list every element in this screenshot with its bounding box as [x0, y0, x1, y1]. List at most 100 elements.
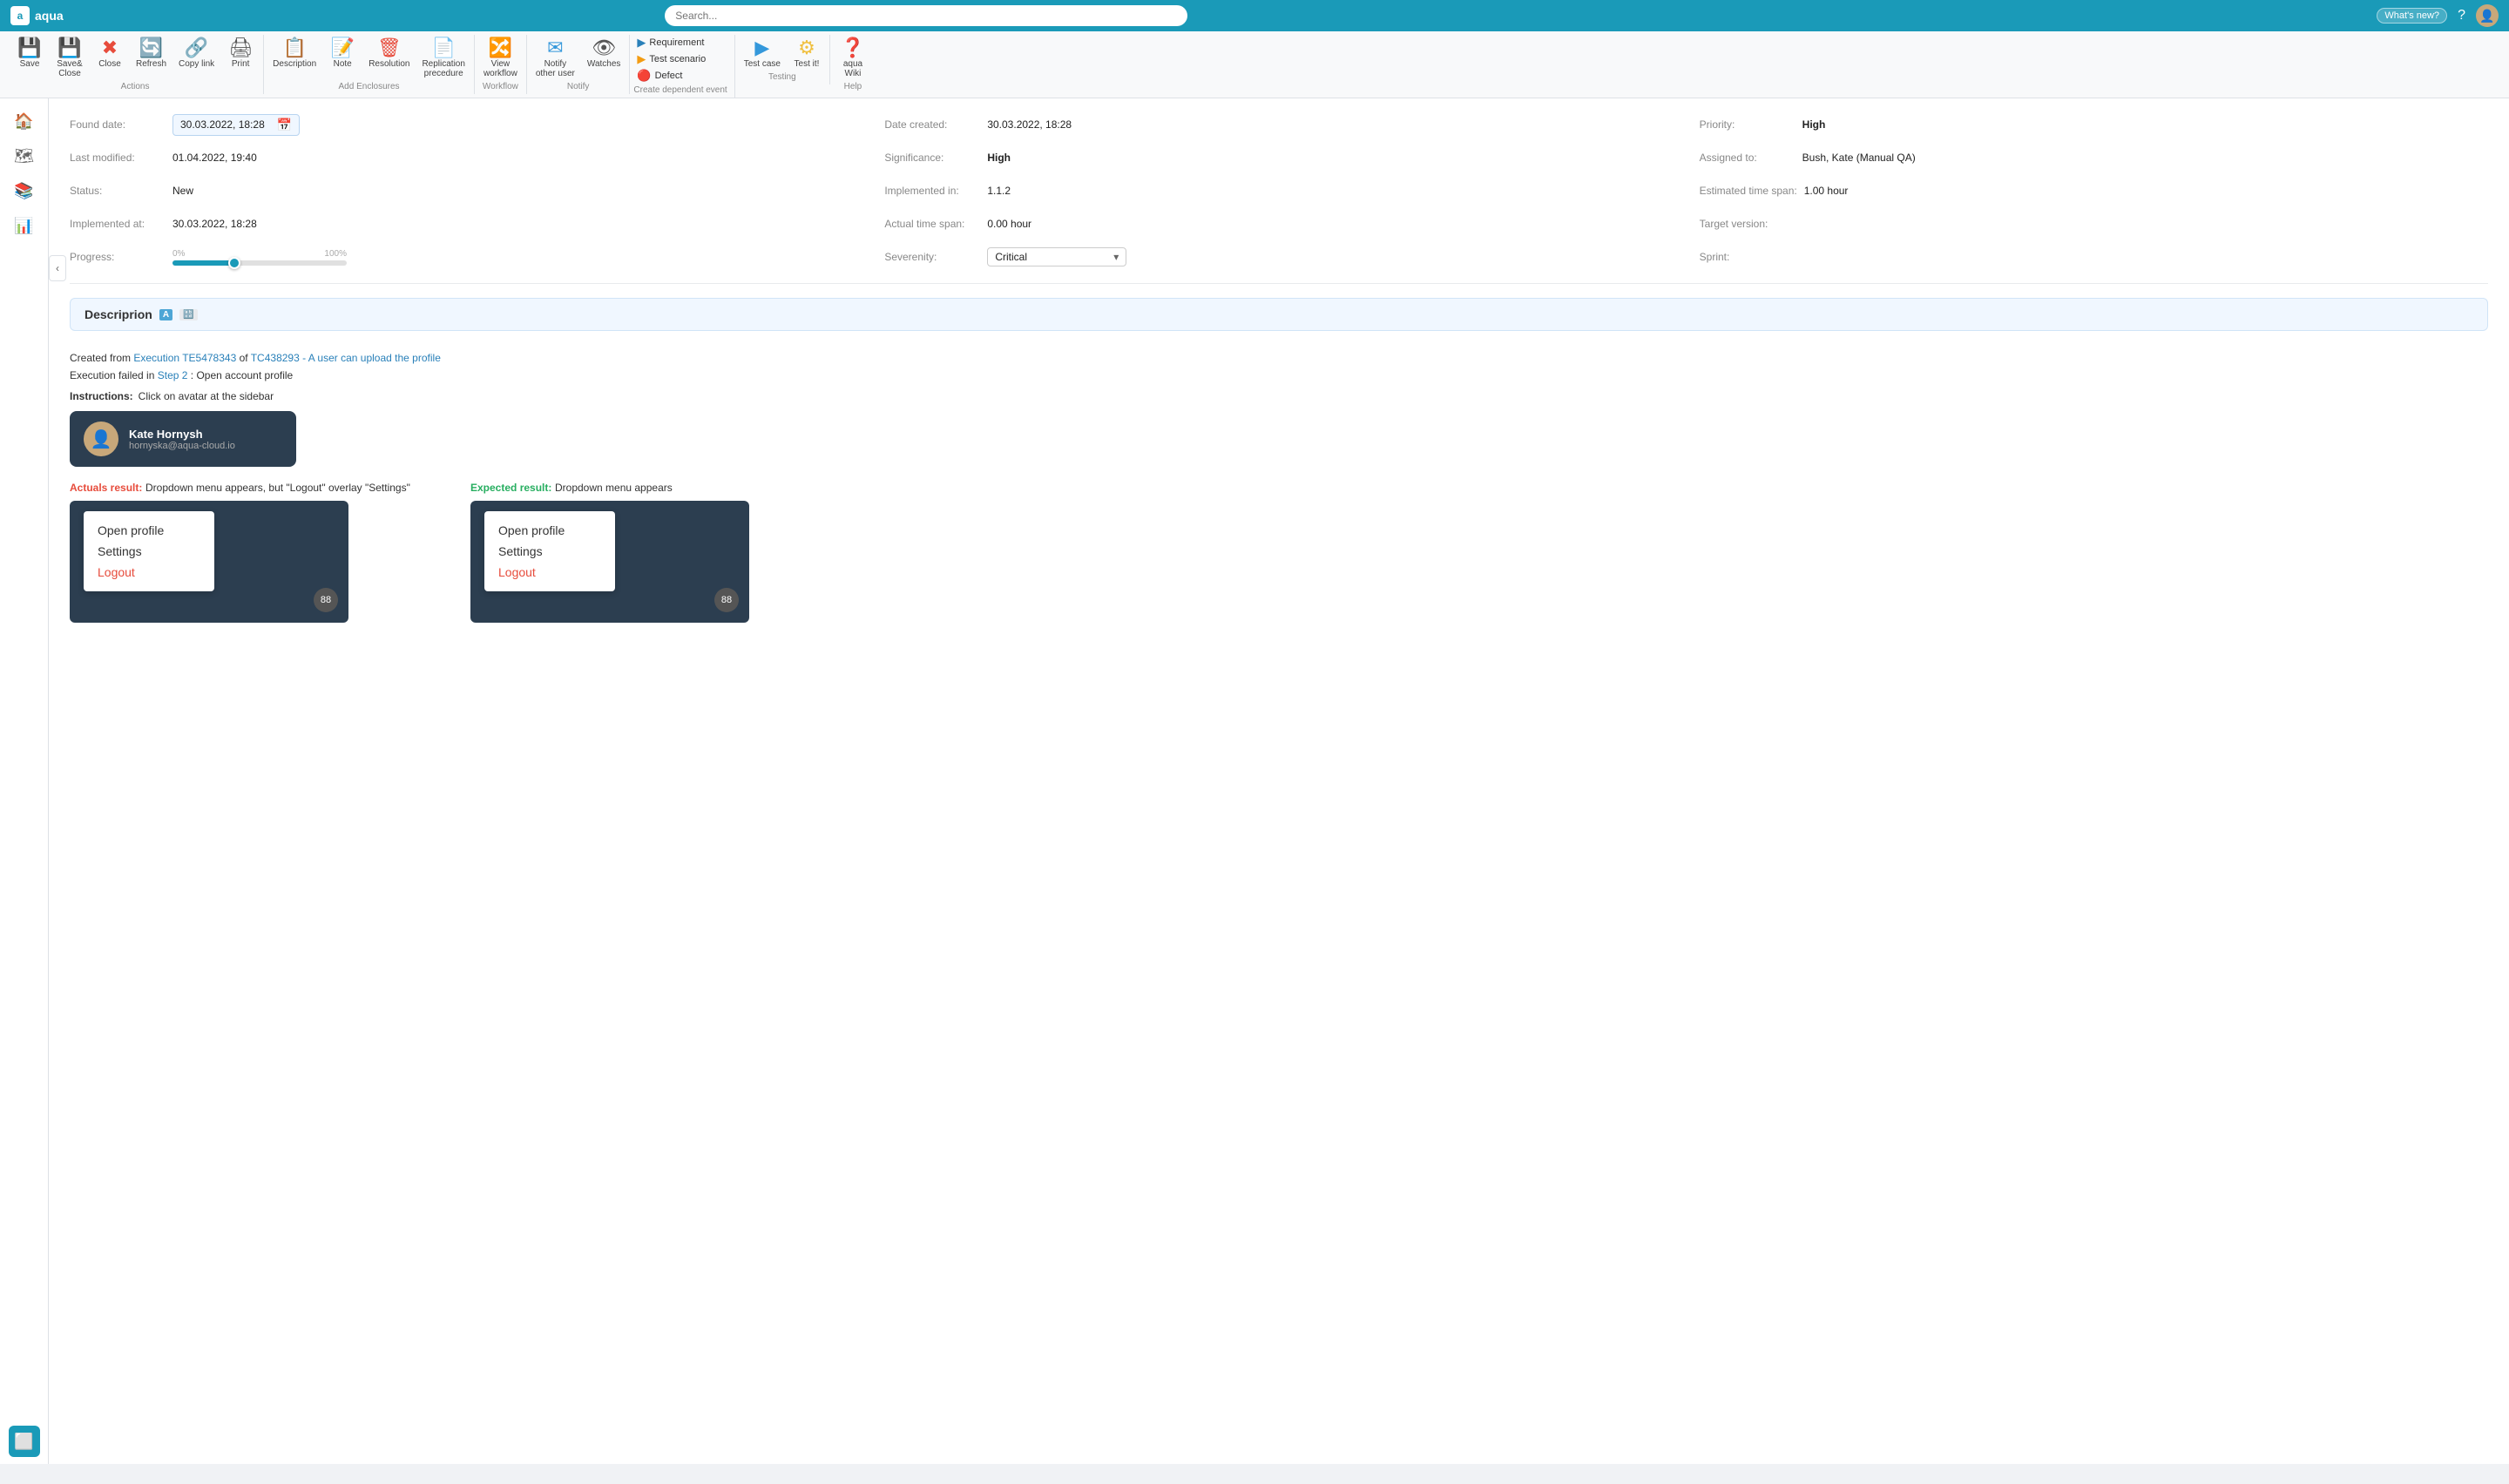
testing-buttons: ▶ Test case ⚙ Test it!	[739, 35, 826, 72]
progress-label: Progress:	[70, 251, 166, 263]
copy-icon: 🔗	[185, 38, 208, 57]
copy-link-button[interactable]: 🔗 Copy link	[173, 35, 220, 82]
execution-link[interactable]: Execution TE5478343	[133, 352, 236, 364]
expected-panel: Expected result: Dropdown menu appears O…	[470, 481, 836, 623]
sidebar-item-chart[interactable]: 📊	[9, 210, 40, 241]
resolution-button[interactable]: 🗑 Resolution	[363, 35, 415, 82]
main-layout: ‹ 🏠 🗺 📚 📊 ⬜ Found date: 30.03.2022, 18:2…	[0, 98, 2509, 1464]
search-input[interactable]	[665, 5, 1187, 26]
defect-icon: 🔴	[637, 69, 651, 83]
close-button[interactable]: ✖ Close	[91, 35, 129, 82]
actuals-screenshot: Open profile Settings Logout 88	[70, 501, 348, 623]
last-modified-row: Last modified: 01.04.2022, 19:40	[70, 145, 858, 170]
whats-new-button[interactable]: What's new?	[2377, 8, 2447, 24]
test-scenario-icon: ▶	[637, 52, 646, 66]
found-date-input[interactable]: 30.03.2022, 18:28 📅	[172, 114, 300, 136]
help-buttons: ❓ aquaWiki	[834, 35, 872, 82]
refresh-icon: 🔄	[139, 38, 163, 57]
form-col-2: Date created: 30.03.2022, 18:28 Signific…	[884, 112, 1673, 269]
workflow-label: Workflow	[478, 82, 523, 94]
sidebar-bottom-icon[interactable]: ⬜	[9, 1426, 40, 1457]
of-text: of	[240, 352, 251, 364]
test-case-button[interactable]: ▶ Test case	[739, 35, 786, 72]
sidebar-bottom-symbol: ⬜	[14, 1433, 33, 1451]
expected-screenshot: Open profile Settings Logout 88	[470, 501, 749, 623]
notify-group: ✉ Notifyother user 👁 Watches Notify	[527, 35, 631, 94]
priority-value: High	[1802, 118, 1826, 131]
status-row: Status: New	[70, 179, 858, 203]
print-button[interactable]: 🖨 Print	[221, 35, 260, 82]
note-button[interactable]: 📝 Note	[323, 35, 362, 82]
resolution-label: Resolution	[369, 59, 409, 69]
severenity-select[interactable]: Critical ▾	[987, 247, 1126, 266]
form-fields: Found date: 30.03.2022, 18:28 📅 Last mod…	[70, 112, 2488, 269]
requirement-item[interactable]: ▶ Requirement	[633, 35, 727, 51]
wiki-button[interactable]: ❓ aquaWiki	[834, 35, 872, 82]
replication-label: Replicationprecedure	[422, 59, 464, 78]
workflow-group: 🔀 Viewworkflow Workflow	[475, 35, 527, 94]
collapse-button[interactable]: ‹	[49, 255, 66, 281]
instructions-label: Instructions:	[70, 390, 133, 402]
significance-row: Significance: High	[884, 145, 1673, 170]
description-button[interactable]: 📋 Description	[267, 35, 321, 82]
date-created-value: 30.03.2022, 18:28	[987, 118, 1072, 131]
watches-button[interactable]: 👁 Watches	[582, 35, 626, 82]
status-value: New	[172, 185, 193, 197]
test-it-button[interactable]: ⚙ Test it!	[788, 35, 826, 72]
create-dep-label: Create dependent event	[633, 85, 727, 98]
close-label: Close	[98, 59, 121, 69]
expected-menu: Open profile Settings Logout	[484, 511, 615, 591]
help-group: ❓ aquaWiki Help	[830, 35, 876, 94]
replication-button[interactable]: 📄 Replicationprecedure	[416, 35, 470, 82]
description-badge2: 🔡	[179, 309, 197, 320]
sidebar-item-layers[interactable]: 📚	[9, 175, 40, 206]
logo-area: a aqua	[10, 6, 64, 25]
save-close-button[interactable]: 💾 Save&Close	[51, 35, 89, 82]
wiki-icon: ❓	[841, 38, 864, 57]
expected-menu-settings: Settings	[498, 541, 601, 562]
implemented-at-label: Implemented at:	[70, 218, 166, 230]
help-label: Help	[834, 82, 872, 94]
step-link[interactable]: Step 2	[158, 369, 188, 381]
workflow-buttons: 🔀 Viewworkflow	[478, 35, 523, 82]
instructions-row: Instructions: Click on avatar at the sid…	[70, 390, 2488, 402]
results-row: Actuals result: Dropdown menu appears, b…	[70, 481, 2488, 623]
date-created-label: Date created:	[884, 118, 980, 131]
sidebar-item-map[interactable]: 🗺	[9, 140, 40, 172]
print-icon: 🖨	[228, 38, 253, 57]
test-scenario-item[interactable]: ▶ Test scenario	[633, 51, 727, 67]
testing-label: Testing	[739, 72, 826, 84]
estimated-time-value: 1.00 hour	[1804, 185, 1849, 197]
help-icon[interactable]: ?	[2458, 8, 2465, 24]
sidebar-item-home[interactable]: 🏠	[9, 105, 40, 137]
progress-labels: 0% 100%	[172, 249, 347, 259]
actuals-menu: Open profile Settings Logout	[84, 511, 214, 591]
description-badge1: A	[159, 309, 172, 320]
last-modified-label: Last modified:	[70, 152, 166, 164]
calendar-icon[interactable]: 📅	[277, 118, 292, 132]
save-button[interactable]: 💾 Save	[10, 35, 49, 82]
assigned-to-label: Assigned to:	[1700, 152, 1796, 164]
progress-track[interactable]	[172, 260, 347, 266]
view-workflow-button[interactable]: 🔀 Viewworkflow	[478, 35, 523, 82]
sprint-label: Sprint:	[1700, 251, 1796, 263]
test-case-icon: ▶	[754, 38, 769, 57]
form-col-1: Found date: 30.03.2022, 18:28 📅 Last mod…	[70, 112, 858, 269]
workflow-icon: 🔀	[489, 38, 512, 57]
refresh-button[interactable]: 🔄 Refresh	[131, 35, 172, 82]
test-it-icon: ⚙	[798, 38, 815, 57]
add-enclosures-label: Add Enclosures	[267, 82, 470, 94]
search-bar[interactable]	[665, 5, 1187, 26]
assigned-to-row: Assigned to: Bush, Kate (Manual QA)	[1700, 145, 2488, 170]
notify-label: Notify	[531, 82, 626, 94]
defect-item[interactable]: 🔴 Defect	[633, 68, 727, 84]
refresh-label: Refresh	[136, 59, 166, 69]
implemented-in-label: Implemented in:	[884, 185, 980, 197]
avatar[interactable]: 👤	[2476, 4, 2499, 27]
user-avatar: 👤	[84, 422, 118, 456]
significance-value: High	[987, 152, 1011, 164]
tc-link[interactable]: TC438293 - A user can upload the profile	[251, 352, 441, 364]
notify-other-user-button[interactable]: ✉ Notifyother user	[531, 35, 580, 82]
progress-thumb[interactable]	[228, 257, 240, 269]
expected-label: Expected result:	[470, 482, 551, 494]
